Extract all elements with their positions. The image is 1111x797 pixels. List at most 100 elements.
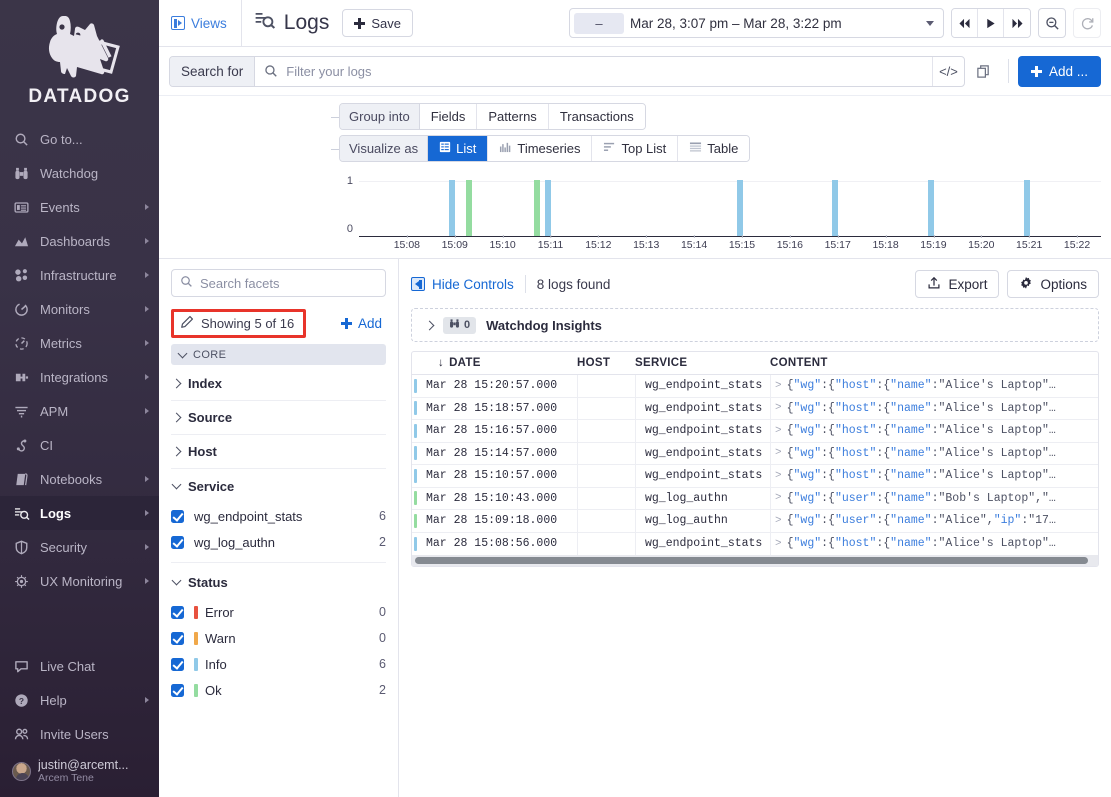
checkbox[interactable] bbox=[171, 683, 184, 697]
table-row[interactable]: Mar 28 15:18:57.000 wg_endpoint_stats > {"w… bbox=[412, 397, 1098, 420]
facet-group-status[interactable]: Status bbox=[171, 565, 386, 599]
expand-row-icon[interactable]: > bbox=[775, 538, 782, 550]
expand-row-icon[interactable]: > bbox=[775, 380, 782, 392]
table-row[interactable]: Mar 28 15:08:56.000 wg_endpoint_stats > {"w… bbox=[412, 532, 1098, 555]
facet-group-service[interactable]: Service bbox=[171, 469, 386, 503]
date-text: Mar 28 15:08:56.000 bbox=[426, 537, 558, 551]
zoom-out-button[interactable] bbox=[1038, 8, 1066, 38]
sidebar-item-go-to[interactable]: Go to... bbox=[0, 122, 159, 156]
chart-bar[interactable] bbox=[466, 180, 473, 236]
facet-value-error[interactable]: Error 0 bbox=[171, 599, 386, 625]
sidebar-item-help[interactable]: ? Help bbox=[0, 683, 159, 717]
facet-group-host[interactable]: Host bbox=[171, 435, 386, 469]
visualize-option-table[interactable]: Table bbox=[678, 136, 750, 161]
table-row[interactable]: Mar 28 15:10:43.000 wg_log_authn > {"wg":{"… bbox=[412, 487, 1098, 510]
expand-row-icon[interactable]: > bbox=[775, 447, 782, 459]
logs-histogram-chart[interactable]: 1 0 15:08 15:09 15:10 15:11 15:12 15:13 15:14 1… bbox=[337, 175, 1101, 258]
horizontal-scrollbar[interactable] bbox=[412, 555, 1098, 566]
save-button[interactable]: Save bbox=[342, 9, 413, 37]
refresh-button[interactable] bbox=[1073, 8, 1101, 38]
sidebar-item-monitors[interactable]: Monitors bbox=[0, 292, 159, 326]
time-range-picker[interactable]: – Mar 28, 3:07 pm – Mar 28, 3:22 pm bbox=[569, 8, 944, 38]
sidebar-item-invite-users[interactable]: Invite Users bbox=[0, 717, 159, 751]
sidebar-item-watchdog[interactable]: Watchdog bbox=[0, 156, 159, 190]
options-button[interactable]: Options bbox=[1007, 270, 1099, 298]
facet-search-box[interactable]: Search facets bbox=[171, 269, 386, 297]
group-into-row: Group into Fields Patterns Transactions bbox=[159, 103, 1111, 130]
export-button[interactable]: Export bbox=[915, 270, 1000, 298]
visualize-option-top-list[interactable]: Top List bbox=[592, 136, 679, 161]
expand-row-icon[interactable]: > bbox=[775, 425, 782, 437]
copy-icon[interactable] bbox=[969, 64, 999, 79]
checkbox[interactable] bbox=[171, 535, 184, 549]
step-back-button[interactable] bbox=[952, 9, 978, 37]
facet-value-wg-endpoint-stats[interactable]: wg_endpoint_stats 6 bbox=[171, 503, 386, 529]
time-range-preset[interactable]: – bbox=[574, 12, 624, 34]
table-row[interactable]: Mar 28 15:09:18.000 wg_log_authn > {"wg":{"… bbox=[412, 509, 1098, 533]
table-row[interactable]: Mar 28 15:16:57.000 wg_endpoint_stats > {"w… bbox=[412, 419, 1098, 443]
sidebar-item-events[interactable]: Events bbox=[0, 190, 159, 224]
facet-value-ok[interactable]: Ok 2 bbox=[171, 677, 386, 703]
expand-row-icon[interactable]: > bbox=[775, 402, 782, 414]
chart-bar[interactable] bbox=[533, 180, 540, 236]
add-button[interactable]: Add ... bbox=[1017, 55, 1101, 87]
sidebar-item-ux-monitoring[interactable]: UX Monitoring bbox=[0, 564, 159, 598]
checkbox[interactable] bbox=[171, 657, 184, 671]
chart-bar[interactable] bbox=[448, 180, 455, 236]
table-row[interactable]: Mar 28 15:14:57.000 wg_endpoint_stats > {"w… bbox=[412, 442, 1098, 465]
facet-group-index[interactable]: Index bbox=[171, 367, 386, 401]
chart-bar[interactable] bbox=[832, 180, 839, 236]
sidebar-item-notebooks[interactable]: Notebooks bbox=[0, 462, 159, 496]
sidebar-item-ci[interactable]: CI bbox=[0, 428, 159, 462]
group-option-fields[interactable]: Fields bbox=[419, 104, 478, 129]
checkbox[interactable] bbox=[171, 509, 184, 523]
facet-section-core[interactable]: CORE bbox=[171, 344, 386, 365]
chart-bar[interactable] bbox=[1023, 180, 1030, 236]
views-button[interactable]: Views bbox=[169, 16, 237, 31]
chart-bar[interactable] bbox=[928, 180, 935, 236]
checkbox[interactable] bbox=[171, 605, 184, 619]
table-row[interactable]: Mar 28 15:20:57.000 wg_endpoint_stats > {"w… bbox=[412, 374, 1098, 398]
code-view-button[interactable]: </> bbox=[931, 56, 964, 86]
sidebar-item-live-chat[interactable]: Live Chat bbox=[0, 649, 159, 683]
checkbox[interactable] bbox=[171, 631, 184, 645]
datadog-logo[interactable]: DATADOG bbox=[0, 0, 159, 114]
facet-value-info[interactable]: Info 6 bbox=[171, 651, 386, 677]
group-option-patterns[interactable]: Patterns bbox=[477, 104, 549, 129]
search-box[interactable]: Search for </> bbox=[169, 55, 965, 87]
sidebar-item-metrics[interactable]: Metrics bbox=[0, 326, 159, 360]
facet-group-source[interactable]: Source bbox=[171, 401, 386, 435]
step-forward-button[interactable] bbox=[1004, 9, 1030, 37]
visualize-option-list[interactable]: List bbox=[428, 136, 489, 161]
sidebar-item-security[interactable]: Security bbox=[0, 530, 159, 564]
play-button[interactable] bbox=[978, 9, 1004, 37]
facet-value-wg-log-authn[interactable]: wg_log_authn 2 bbox=[171, 529, 386, 555]
sidebar-item-logs[interactable]: Logs bbox=[0, 496, 159, 530]
sidebar-item-dashboards[interactable]: Dashboards bbox=[0, 224, 159, 258]
edit-facets-button[interactable]: Showing 5 of 16 bbox=[171, 309, 307, 338]
search-input[interactable] bbox=[278, 63, 932, 79]
sidebar-item-integrations[interactable]: Integrations bbox=[0, 360, 159, 394]
chevron-right-icon bbox=[145, 306, 149, 312]
watchdog-insights-row[interactable]: 0 Watchdog Insights bbox=[411, 308, 1099, 342]
chart-bar[interactable] bbox=[736, 180, 743, 236]
add-facet-button[interactable]: Add bbox=[340, 316, 386, 331]
column-header-date[interactable]: ↓ DATE bbox=[412, 357, 577, 369]
hide-controls-button[interactable]: Hide Controls bbox=[411, 277, 514, 292]
column-header-service[interactable]: SERVICE bbox=[635, 357, 770, 369]
group-option-transactions[interactable]: Transactions bbox=[548, 104, 645, 129]
facet-value-warn[interactable]: Warn 0 bbox=[171, 625, 386, 651]
expand-row-icon[interactable]: > bbox=[775, 492, 782, 504]
chart-bar[interactable] bbox=[545, 180, 552, 236]
table-row[interactable]: Mar 28 15:10:57.000 wg_endpoint_stats > {"w… bbox=[412, 464, 1098, 488]
sidebar-item-apm[interactable]: APM bbox=[0, 394, 159, 428]
column-header-content[interactable]: CONTENT bbox=[770, 357, 1098, 369]
scrollbar-thumb[interactable] bbox=[415, 557, 1089, 564]
expand-row-icon[interactable]: > bbox=[775, 470, 782, 482]
expand-row-icon[interactable]: > bbox=[775, 515, 782, 527]
column-header-host[interactable]: HOST bbox=[577, 357, 635, 369]
sidebar-user-menu[interactable]: justin@arcemt... Arcem Tene bbox=[0, 751, 159, 791]
visualize-option-timeseries[interactable]: Timeseries bbox=[488, 136, 593, 161]
x-tick-label: 15:13 bbox=[633, 235, 660, 251]
sidebar-item-infrastructure[interactable]: Infrastructure bbox=[0, 258, 159, 292]
